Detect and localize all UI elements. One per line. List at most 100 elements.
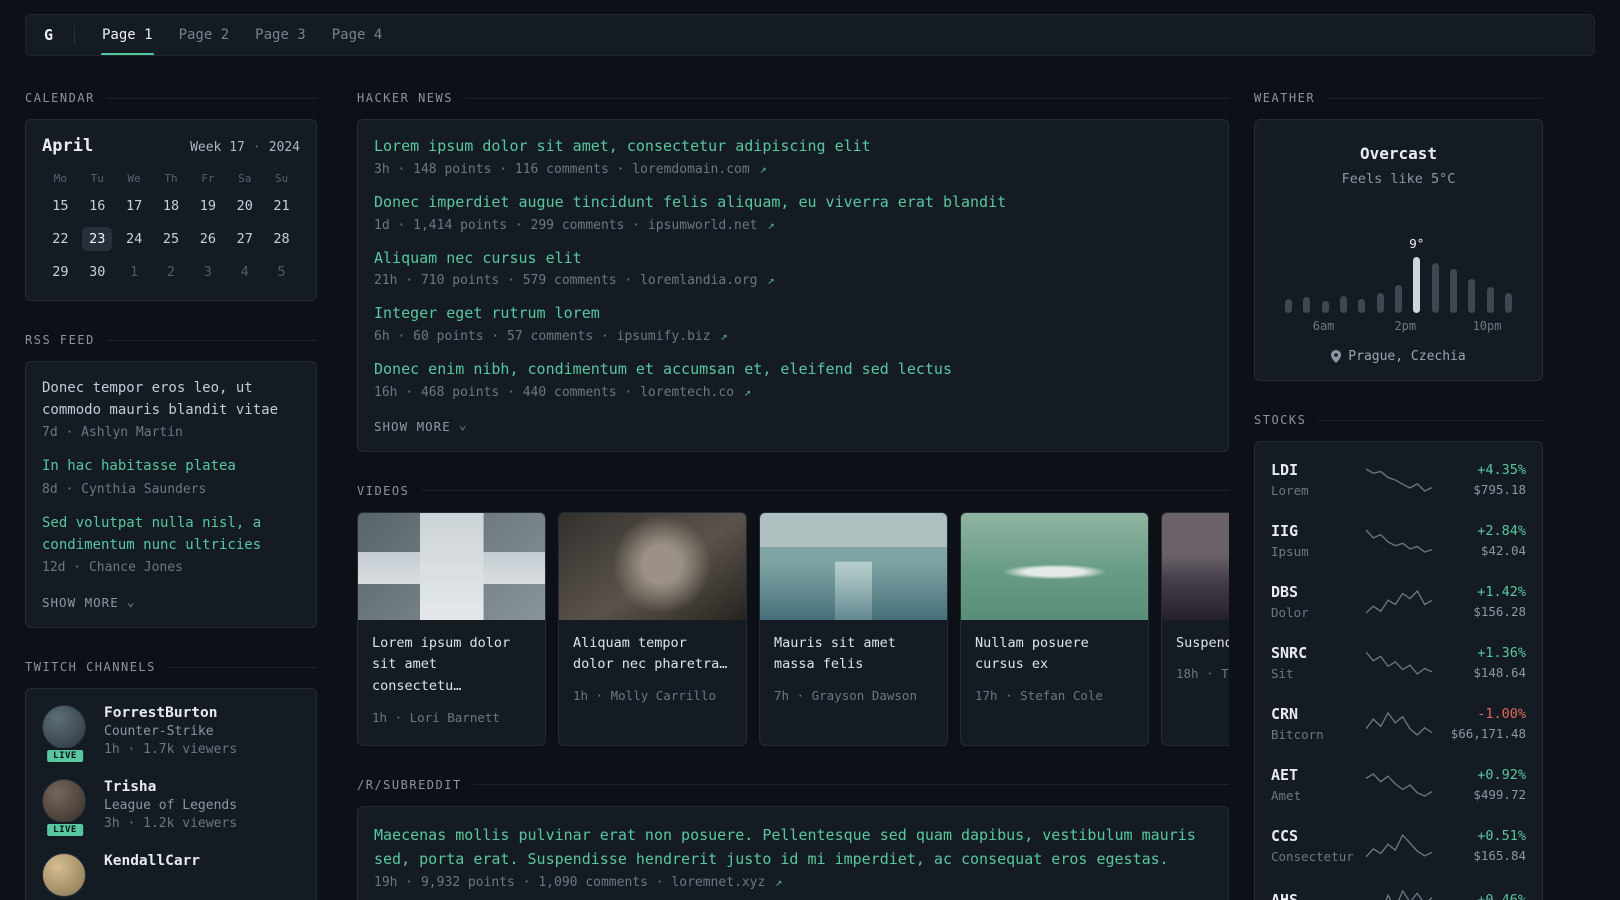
calendar-day[interactable]: 17 (119, 194, 149, 218)
channel-meta: 3h · 1.2k viewers (104, 816, 238, 832)
hackernews-item[interactable]: Lorem ipsum dolor sit amet, consectetur … (374, 136, 1212, 177)
stock-symbol[interactable]: SNRC (1271, 644, 1363, 662)
calendar-day[interactable]: 19 (193, 194, 223, 218)
stock-symbol[interactable]: LDI (1271, 461, 1363, 479)
tab-page-1[interactable]: Page 1 (89, 15, 166, 55)
external-link-icon[interactable]: ↗ (760, 162, 767, 176)
hackernews-title[interactable]: Donec enim nibh, condimentum et accumsan… (374, 359, 1212, 381)
external-link-icon[interactable]: ↗ (775, 875, 782, 889)
video-card[interactable]: Suspendisse diam 18h · Tara (1161, 511, 1229, 746)
calendar-day[interactable]: 29 (45, 260, 75, 284)
stock-row[interactable]: AHS +0.46% (1271, 876, 1526, 900)
calendar-day[interactable]: 5 (267, 260, 297, 284)
stock-sparkline (1363, 527, 1434, 555)
external-link-icon[interactable]: ↗ (720, 329, 727, 343)
calendar-day[interactable]: 2 (156, 260, 186, 284)
calendar-day[interactable]: 16 (82, 194, 112, 218)
hackernews-widget: HACKER NEWS Lorem ipsum dolor sit amet, … (357, 91, 1229, 452)
calendar-day[interactable]: 22 (45, 227, 75, 251)
channel-name[interactable]: KendallCarr (104, 853, 200, 869)
tab-page-2[interactable]: Page 2 (166, 15, 243, 55)
rss-item[interactable]: Donec tempor eros leo, ut commodo mauris… (42, 378, 300, 440)
stock-symbol[interactable]: AET (1271, 766, 1363, 784)
calendar-day[interactable]: 21 (267, 194, 297, 218)
video-card[interactable]: Nullam posuere cursus ex 17h · Stefan Co… (960, 511, 1149, 746)
calendar-day[interactable]: 20 (230, 194, 260, 218)
rss-item[interactable]: Sed volutpat nulla nisl, a condimentum n… (42, 513, 300, 575)
calendar-day[interactable]: 23 (82, 227, 113, 251)
calendar-dow-label: Su (274, 172, 289, 185)
avatar (42, 853, 86, 898)
external-link-icon[interactable]: ↗ (744, 385, 751, 399)
hackernews-title[interactable]: Integer eget rutrum lorem (374, 303, 1212, 325)
rss-item[interactable]: In hac habitasse platea 8d · Cynthia Sau… (42, 456, 300, 497)
video-meta: 18h · Tara (1176, 666, 1229, 682)
calendar-day[interactable]: 15 (45, 194, 75, 218)
stock-row[interactable]: AET Amet +0.92% $499.72 (1271, 754, 1526, 815)
calendar-day[interactable]: 1 (119, 260, 149, 284)
external-link-icon[interactable]: ↗ (767, 273, 774, 287)
stock-row[interactable]: DBS Dolor +1.42% $156.28 (1271, 571, 1526, 632)
rss-show-more-button[interactable]: SHOW MORE ⌄ (42, 595, 136, 610)
stock-row[interactable]: IIG Ipsum +2.84% $42.04 (1271, 510, 1526, 571)
subreddit-post-title[interactable]: Maecenas mollis pulvinar erat non posuer… (374, 823, 1212, 871)
video-thumbnail (559, 512, 746, 620)
calendar-grid: Mo Tu We Th Fr Sa Su 15 16 17 18 19 20 21 22 23 24 25 26 27… (42, 172, 300, 284)
app-logo[interactable]: G (44, 26, 70, 44)
calendar-day[interactable]: 18 (156, 194, 186, 218)
chevron-down-icon: ⌄ (458, 418, 468, 434)
stock-row[interactable]: SNRC Sit +1.36% $148.64 (1271, 632, 1526, 693)
video-thumbnail (1162, 512, 1229, 620)
calendar-day[interactable]: 24 (119, 227, 149, 251)
rss-item-title[interactable]: In hac habitasse platea (42, 456, 300, 478)
stock-row[interactable]: LDI Lorem +4.35% $795.18 (1271, 449, 1526, 510)
calendar-day[interactable]: 27 (230, 227, 260, 251)
header-rule (1327, 97, 1543, 99)
twitch-channel[interactable]: KendallCarr (42, 853, 300, 898)
calendar-day[interactable]: 25 (156, 227, 186, 251)
hackernews-item[interactable]: Integer eget rutrum lorem 6h · 60 points… (374, 303, 1212, 344)
channel-name[interactable]: ForrestBurton (104, 705, 237, 721)
hackernews-item[interactable]: Donec enim nibh, condimentum et accumsan… (374, 359, 1212, 400)
tab-page-4[interactable]: Page 4 (319, 15, 396, 55)
channel-name[interactable]: Trisha (104, 779, 237, 795)
twitch-widget: TWITCH CHANNELS LIVE ForrestBurton Count… (25, 660, 317, 900)
hackernews-item[interactable]: Donec imperdiet augue tincidunt felis al… (374, 192, 1212, 233)
stock-symbol[interactable]: CRN (1271, 705, 1363, 723)
stock-sparkline (1363, 888, 1434, 900)
calendar-day[interactable]: 3 (193, 260, 223, 284)
rss-item-meta: 7d · Ashlyn Martin (42, 425, 183, 441)
rss-item-title[interactable]: Donec tempor eros leo, ut commodo mauris… (42, 378, 300, 421)
rss-item-title[interactable]: Sed volutpat nulla nisl, a condimentum n… (42, 513, 300, 556)
subreddit-post[interactable]: Maecenas mollis pulvinar erat non posuer… (374, 823, 1212, 890)
external-link-icon[interactable]: ↗ (767, 218, 774, 232)
stock-name: Ipsum (1271, 544, 1309, 559)
hackernews-title[interactable]: Aliquam nec cursus elit (374, 248, 1212, 270)
stock-row[interactable]: CRN Bitcorn -1.00% $66,171.48 (1271, 693, 1526, 754)
stock-sparkline (1363, 832, 1434, 860)
calendar-day[interactable]: 28 (267, 227, 297, 251)
hackernews-item[interactable]: Aliquam nec cursus elit 21h · 710 points… (374, 248, 1212, 289)
weather-widget: WEATHER Overcast Feels like 5°C 9° 6am 2p… (1254, 91, 1543, 381)
stock-symbol[interactable]: IIG (1271, 522, 1363, 540)
hackernews-show-more-button[interactable]: SHOW MORE ⌄ (374, 419, 468, 434)
hackernews-title[interactable]: Donec imperdiet augue tincidunt felis al… (374, 192, 1212, 214)
calendar-day[interactable]: 26 (193, 227, 223, 251)
stock-symbol[interactable]: DBS (1271, 583, 1363, 601)
stock-price: $499.72 (1473, 787, 1526, 802)
stock-symbol[interactable]: CCS (1271, 827, 1363, 845)
twitch-channel[interactable]: LIVE Trisha League of Legends 3h · 1.2k … (42, 779, 300, 839)
stock-price: $165.84 (1473, 848, 1526, 863)
video-card[interactable]: Aliquam tempor dolor nec pharetra… 1h · … (558, 511, 747, 746)
tab-page-3[interactable]: Page 3 (242, 15, 319, 55)
stock-row[interactable]: CCS Consectetur +0.51% $165.84 (1271, 815, 1526, 876)
video-card[interactable]: Mauris sit amet massa felis 7h · Grayson… (759, 511, 948, 746)
calendar-day[interactable]: 4 (230, 260, 260, 284)
right-column: WEATHER Overcast Feels like 5°C 9° 6am 2p… (1254, 91, 1543, 900)
hackernews-title[interactable]: Lorem ipsum dolor sit amet, consectetur … (374, 136, 1212, 158)
calendar-day[interactable]: 30 (82, 260, 112, 284)
video-card[interactable]: Lorem ipsum dolor sit amet consectetu… 1… (357, 511, 546, 746)
stock-symbol[interactable]: AHS (1271, 891, 1363, 900)
twitch-channel[interactable]: LIVE ForrestBurton Counter-Strike 1h · 1… (42, 705, 300, 765)
calendar-year: 2024 (268, 140, 300, 155)
